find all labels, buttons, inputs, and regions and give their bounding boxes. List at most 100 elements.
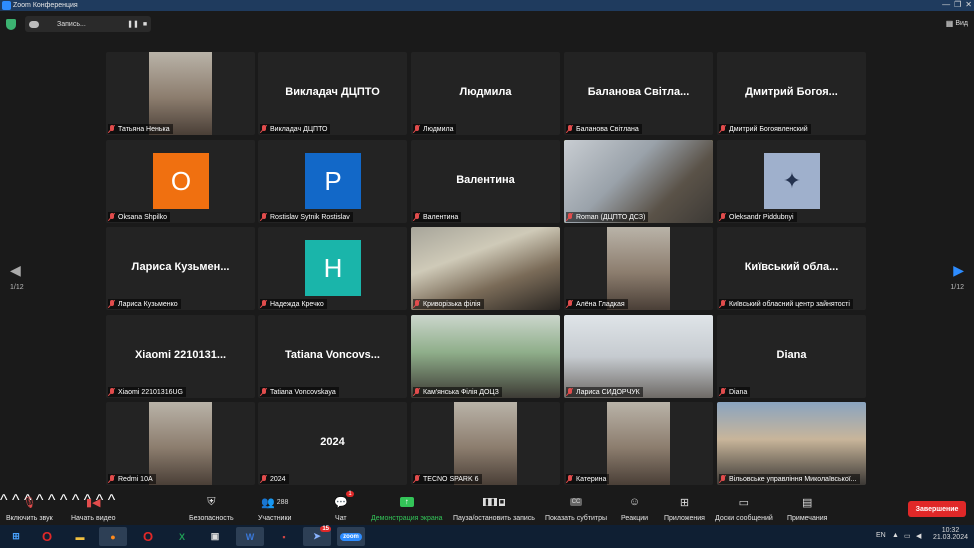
muted-mic-icon (720, 125, 726, 133)
muted-mic-icon (109, 213, 115, 221)
participant-nameplate: Людмила (413, 124, 457, 134)
view-button[interactable]: ▦ Вид (946, 19, 968, 28)
video-off-icon: ▮◀ (85, 496, 101, 509)
floppy-save-icon[interactable]: ▪ (270, 527, 298, 546)
next-page-arrow-icon[interactable]: ▶ (953, 262, 964, 279)
participant-tile[interactable]: Кам'янська Філія ДОЦЗ (411, 315, 560, 398)
opera-gx-icon[interactable]: O (134, 527, 162, 546)
participant-name: Баланова Світлана (576, 125, 639, 133)
participant-tile[interactable]: ✦ Oleksandr Piddubnyi (717, 140, 866, 223)
participant-tile[interactable]: Алёна Гладкая (564, 227, 713, 310)
participant-tile[interactable]: Дмитрий Богоя... Дмитрий Богоявленский (717, 52, 866, 135)
participant-nameplate: Xiaomi 22101316UG (108, 387, 186, 397)
prev-page-arrow-icon[interactable]: ◀ (10, 262, 21, 279)
pause-recording-button[interactable]: ❚❚ (127, 20, 139, 28)
share-screen-button[interactable]: ↑ Демонстрация экрана (371, 495, 443, 522)
participant-nameplate: Лариса Кузьменко (108, 299, 181, 309)
captions-chevron-icon[interactable]: ^ (60, 492, 68, 509)
language-indicator[interactable]: EN (876, 532, 886, 539)
apps-button[interactable]: ⊞ Приложения (664, 495, 705, 523)
participant-name: Roman (ДЦПТО ДСЗ) (576, 213, 646, 221)
participant-display-name: 2024 (320, 436, 345, 448)
participant-name: Diana (729, 388, 748, 396)
participant-tile[interactable]: Diana Diana (717, 315, 866, 398)
participant-tile[interactable]: Лариса Кузьмен... Лариса Кузьменко (106, 227, 255, 310)
muted-mic-icon (414, 300, 420, 308)
pause-stop-recording-button[interactable]: ❚❚ ■ Пауза/остановить запись (453, 495, 535, 522)
excel-icon[interactable]: X (168, 527, 196, 546)
maximize-button[interactable]: ❐ (954, 0, 961, 9)
participant-tile[interactable]: H Надежда Кречко (258, 227, 407, 310)
grid-icon: ▦ (945, 19, 954, 28)
participant-nameplate: Oksana Shpilko (108, 212, 171, 222)
muted-mic-icon (109, 300, 115, 308)
clock[interactable]: 10:32 21.03.2024 (933, 527, 968, 541)
captions-button[interactable]: CC Показать субтитры (545, 495, 607, 522)
share-screen-icon: ↑ (399, 495, 414, 509)
participant-tile[interactable]: Roman (ДЦПТО ДСЗ) (564, 140, 713, 223)
participant-tile[interactable]: Redmi 10A (106, 402, 255, 485)
participant-tile[interactable]: Катерина (564, 402, 713, 485)
participant-tile[interactable]: Викладач ДЦПТО Викладач ДЦПТО (258, 52, 407, 135)
participant-name: Криворізька філія (423, 300, 481, 308)
participant-tile[interactable]: Вільовське управління Миколаївської... (717, 402, 866, 485)
opera-browser-icon[interactable]: O (33, 527, 61, 546)
participant-tile[interactable]: Лариса СИДОРЧУК (564, 315, 713, 398)
participant-tile[interactable]: Людмила Людмила (411, 52, 560, 135)
participant-tile[interactable]: Київський обла... Київський обласний цент… (717, 227, 866, 310)
end-meeting-button[interactable]: Завершение (908, 501, 966, 517)
start-button-icon[interactable]: ⊞ (2, 527, 30, 546)
windows-taskbar: ⊞ O ▬ ● O X ▣ W ▪ ➤ 15 zoom EN ▲ ▭ ◀ 10:3… (0, 525, 974, 548)
participant-tile[interactable]: 2024 2024 (258, 402, 407, 485)
participant-display-name: Валентина (456, 174, 515, 186)
participant-tile[interactable]: Xiaomi 2210131... Xiaomi 22101316UG (106, 315, 255, 398)
participant-photo (454, 402, 517, 485)
muted-mic-icon (414, 213, 420, 221)
participant-tile[interactable]: Баланова Світла... Баланова Світлана (564, 52, 713, 135)
participant-display-name: Дмитрий Богоя... (745, 86, 838, 98)
security-shield-icon[interactable] (6, 19, 16, 30)
participant-tile[interactable]: O Oksana Shpilko (106, 140, 255, 223)
muted-mic-icon (109, 475, 115, 483)
participant-tile[interactable]: Криворізька філія (411, 227, 560, 310)
participant-tile[interactable]: Tatiana Voncovs... Tatiana Voncovskaya (258, 315, 407, 398)
stop-recording-button[interactable]: ■ (139, 21, 151, 28)
start-video-button[interactable]: ▮◀ Начать видео (71, 495, 115, 523)
telegram-icon[interactable]: ➤ 15 (303, 526, 331, 546)
file-explorer-icon[interactable]: ▬ (66, 527, 94, 546)
volume-icon[interactable]: ◀ (916, 532, 921, 540)
word-icon[interactable]: W (236, 527, 264, 546)
participant-nameplate: Дмитрий Богоявленский (719, 124, 811, 134)
participant-tile[interactable]: Татьяна Ненька (106, 52, 255, 135)
participant-video (411, 315, 560, 398)
participant-name: Redmi 10A (118, 475, 153, 483)
zoom-taskbar-icon[interactable]: zoom (337, 527, 365, 546)
participant-name: Алёна Гладкая (576, 300, 625, 308)
cloud-icon (29, 20, 39, 28)
minimize-button[interactable]: — (942, 0, 950, 9)
tray-chevron-icon[interactable]: ▲ (892, 532, 899, 539)
reactions-button[interactable]: ☺ Реакции (621, 495, 648, 522)
participant-tile[interactable]: P Rostislav Sytnik Rostislav (258, 140, 407, 223)
unmute-button[interactable]: 🎙 Включить звук (6, 495, 53, 523)
firefox-icon[interactable]: ● (99, 527, 127, 546)
whiteboards-button[interactable]: ▭ Доски сообщений (715, 495, 773, 523)
window-controls: — ❐ ✕ (942, 0, 972, 9)
muted-mic-icon (109, 125, 115, 133)
terminal-icon[interactable]: ▣ (201, 527, 229, 546)
network-icon[interactable]: ▭ (904, 532, 911, 540)
notes-button[interactable]: ▤ Примечания (787, 495, 827, 523)
chat-button[interactable]: 💬 1 Чат (334, 491, 354, 522)
participant-name: Кам'янська Філія ДОЦЗ (423, 388, 499, 396)
security-button[interactable]: ⛨ Безопасность (189, 495, 234, 523)
muted-mic-icon (109, 388, 115, 396)
close-button[interactable]: ✕ (965, 0, 972, 9)
participant-tile[interactable]: Валентина Валентина (411, 140, 560, 223)
participants-button[interactable]: 👥 288 Участники (258, 495, 291, 523)
muted-mic-icon (720, 475, 726, 483)
muted-mic-icon (720, 388, 726, 396)
participant-nameplate: Кам'янська Філія ДОЦЗ (413, 387, 502, 397)
chat-icon: 💬 1 (334, 491, 354, 509)
shield-icon: ⛨ (207, 495, 216, 508)
participant-tile[interactable]: TECNO SPARK 6 (411, 402, 560, 485)
